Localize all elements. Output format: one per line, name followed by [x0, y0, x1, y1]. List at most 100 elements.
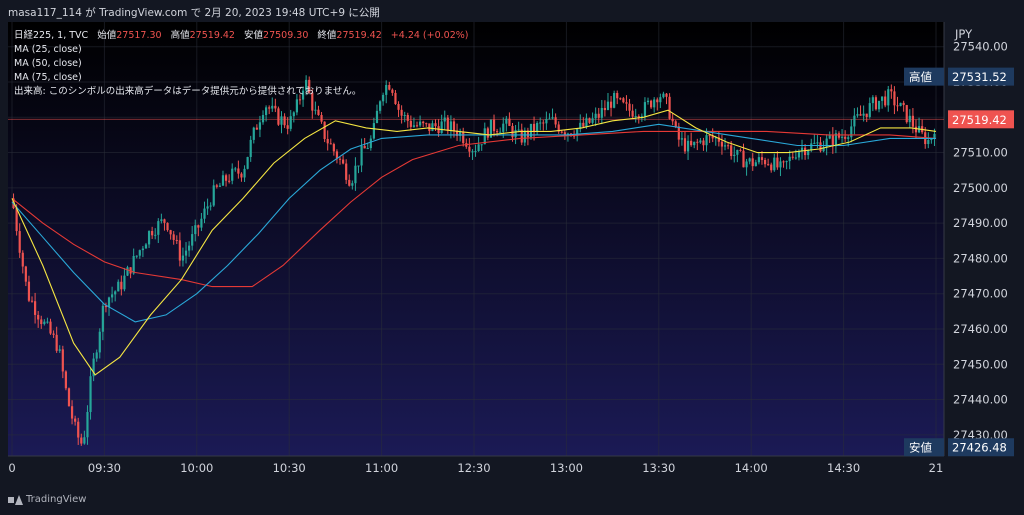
candle-body — [351, 183, 354, 186]
candle-body — [144, 244, 148, 249]
candle-body — [840, 136, 844, 138]
candle-body — [831, 135, 834, 147]
candle-body — [646, 100, 650, 103]
ma75-legend[interactable]: MA (75, close) — [14, 71, 468, 85]
candle-body — [271, 105, 274, 109]
candle-body — [83, 437, 86, 444]
candle-body — [634, 116, 637, 118]
candle-body — [123, 275, 126, 290]
candle-body — [650, 100, 653, 108]
candle-body — [585, 118, 588, 127]
candle — [277, 106, 280, 126]
candle-body — [536, 123, 539, 132]
candle-body — [643, 102, 647, 117]
ma50-legend[interactable]: MA (50, close) — [14, 57, 468, 71]
candle-body — [194, 225, 197, 235]
candle-body — [893, 91, 896, 106]
volume-note: 出来高: このシンボルの出来高データはデータ提供元から提供されておりません。 — [14, 86, 362, 97]
candle-body — [280, 116, 283, 125]
candle-body — [480, 144, 483, 146]
candle-body — [400, 109, 403, 116]
candle-body — [67, 388, 71, 407]
candle-body — [440, 121, 443, 134]
candle-body — [360, 146, 363, 166]
y-tick-label: 27480.00 — [953, 251, 1008, 265]
candle-body — [452, 121, 456, 131]
candle-body — [295, 99, 298, 113]
candle-body — [551, 117, 554, 119]
y-tick-label: 27440.00 — [953, 393, 1008, 407]
candle-body — [403, 114, 406, 116]
candle-body — [283, 116, 286, 126]
candle-body — [545, 118, 548, 124]
candle-body — [884, 96, 887, 106]
candle-body — [748, 158, 751, 162]
high-price-tag: 27531.52 — [948, 67, 1014, 86]
candle-body — [739, 149, 742, 151]
candle-body — [927, 140, 930, 145]
candle-body — [95, 352, 98, 359]
candle-body — [268, 107, 271, 109]
candle-body — [446, 117, 449, 131]
last-price-tag: 27519.42 — [948, 110, 1014, 129]
candle-body — [539, 122, 542, 124]
candle — [899, 102, 902, 107]
ma25-legend[interactable]: MA (25, close) — [14, 43, 468, 57]
candle-body — [492, 119, 496, 132]
candle-body — [828, 135, 831, 139]
y-tick-label: 27450.00 — [953, 357, 1008, 371]
candle-body — [40, 319, 43, 325]
candle-body — [696, 141, 699, 143]
candle-body — [372, 123, 375, 139]
candle-body — [804, 147, 807, 156]
change-value: +4.24 (+0.02%) — [390, 30, 469, 41]
candle-body — [616, 93, 619, 99]
candle-body — [77, 421, 80, 438]
y-tick-label: 27470.00 — [953, 287, 1008, 301]
candle-body — [212, 185, 215, 206]
candle-body — [111, 294, 114, 298]
x-tick-label: 10:00 — [180, 461, 213, 475]
candle-body — [141, 248, 144, 251]
candle-body — [46, 321, 49, 323]
candle-body — [631, 110, 634, 117]
candle-body — [70, 406, 74, 419]
candle — [905, 104, 908, 124]
candle-body — [874, 97, 878, 110]
candle-body — [348, 179, 351, 186]
tradingview-brand[interactable]: TradingView — [8, 494, 86, 505]
high-label: 高値 — [170, 30, 190, 41]
candle-body — [52, 333, 55, 335]
candle-body — [505, 118, 508, 124]
candle-body — [249, 139, 252, 158]
symbol-label[interactable]: 日経225, 1, TVC — [14, 30, 88, 41]
candle-body — [58, 349, 61, 351]
candle-body — [147, 231, 151, 245]
candle-body — [397, 104, 400, 110]
candle-body — [896, 105, 899, 107]
candle-body — [80, 437, 83, 444]
candle-body — [788, 156, 791, 162]
candle-body — [532, 123, 536, 132]
candle-body — [751, 158, 754, 167]
candle-body — [865, 113, 868, 117]
candle-body — [462, 131, 465, 144]
candle-body — [760, 157, 764, 160]
candle-body — [342, 159, 345, 164]
candle-body — [107, 297, 111, 308]
candle-body — [61, 349, 64, 372]
candle-body — [265, 107, 268, 116]
candle-body — [74, 418, 77, 422]
close-label: 終値 — [317, 30, 337, 41]
candle-body — [412, 125, 416, 127]
candle-body — [329, 143, 332, 145]
candle-body — [613, 93, 616, 108]
candle-body — [776, 157, 779, 168]
candle-body — [844, 136, 847, 139]
candle-body — [320, 115, 323, 122]
candle-body — [21, 252, 24, 267]
candle-body — [816, 142, 819, 144]
candle-body — [345, 163, 348, 180]
candle-body — [184, 250, 188, 256]
candle-body — [277, 108, 280, 125]
